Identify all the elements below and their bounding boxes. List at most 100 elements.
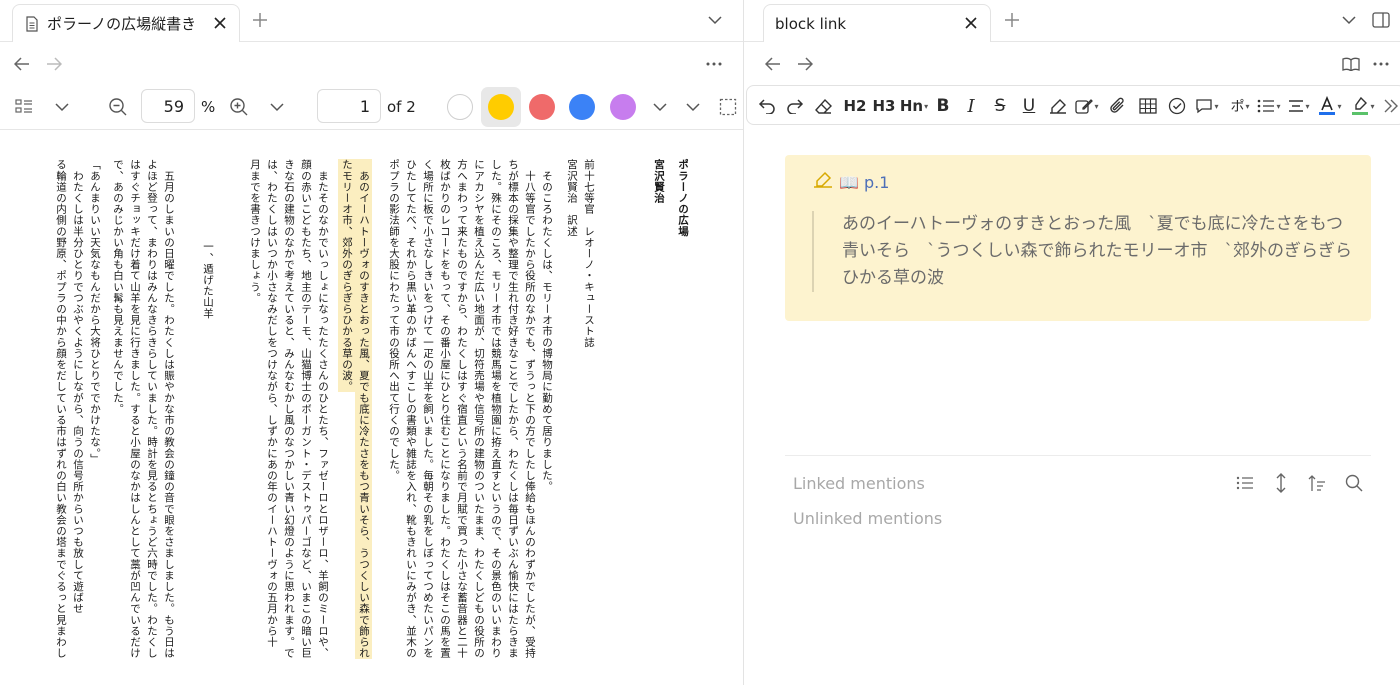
tab-list-chevron-icon[interactable]	[706, 11, 724, 29]
highlight-marker-icon[interactable]	[1047, 95, 1069, 117]
heading-3-button[interactable]: H3	[872, 95, 896, 117]
pdf-page-reference-link[interactable]: 📖 p.1	[839, 173, 889, 192]
highlight-color-yellow[interactable]	[488, 94, 514, 120]
highlight-color-red[interactable]	[529, 94, 555, 120]
tab-list-chevron-icon[interactable]	[1340, 11, 1358, 29]
tab-pdf-document[interactable]: ポラーノの広場縦書き	[12, 4, 240, 42]
pdf-text-column: ひたしてたべ、それから黒い革のかばんへすこしの書類や雑誌を入れ、靴もきれいにみが…	[405, 159, 417, 659]
caret-down-icon: ▾	[1245, 101, 1250, 111]
comment-bubble-icon[interactable]: ▾	[1193, 95, 1221, 117]
more-options-icon[interactable]	[1370, 53, 1392, 75]
task-checkbox-icon[interactable]	[1166, 95, 1188, 117]
pdf-text-column: 一、遁げた山羊	[202, 241, 214, 319]
list-icon[interactable]: ▾	[1255, 95, 1283, 117]
underline-button[interactable]: U	[1019, 95, 1039, 117]
background-color-icon[interactable]: ▾	[1349, 95, 1377, 117]
linked-mentions-heading[interactable]: Linked mentions	[793, 474, 925, 493]
page-number-input[interactable]: 1	[317, 89, 381, 123]
tab-title: ポラーノの広場縦書き	[47, 15, 197, 33]
mentions-list-view-icon[interactable]	[1234, 472, 1256, 494]
heading-n-button[interactable]: Hn ▾	[900, 95, 928, 117]
embedded-block[interactable]: 📖 p.1 あのイーハトーヴォのすきとおった風 `夏でも底に冷たさをもつ青いそら…	[785, 155, 1371, 321]
editor-toolbar: H2 H3 Hn ▾ B I S U ▾ ▾ ポ ▾ ▾ ▾ ▾ ▾	[746, 85, 1400, 125]
attachment-paperclip-icon[interactable]	[1107, 95, 1129, 117]
area-select-icon[interactable]	[717, 96, 739, 118]
highlight-color-white[interactable]	[447, 94, 473, 120]
table-icon[interactable]	[1137, 95, 1159, 117]
pdf-text-column: よほど登って、まわりはみんなきらきらしていました。時計を見るとちょうど六時でした…	[146, 159, 158, 659]
thumbnails-icon[interactable]	[13, 96, 35, 118]
ruby-furigana-icon[interactable]: ポ ▾	[1226, 95, 1254, 117]
annotation-pen-icon[interactable]: ▾	[1073, 95, 1101, 117]
heading-2-button[interactable]: H2	[843, 95, 867, 117]
caret-down-icon: ▾	[1276, 101, 1281, 111]
pdf-text-column: した。殊にそのころ、モリーオ市では競馬場を植物園に拵え直すというので、その景色の…	[490, 159, 502, 659]
forward-arrow-icon[interactable]	[43, 53, 65, 75]
align-icon[interactable]: ▾	[1285, 95, 1313, 117]
close-tab-icon[interactable]	[962, 14, 980, 32]
more-options-icon[interactable]	[703, 53, 725, 75]
left-tabbar: ポラーノの広場縦書き	[0, 0, 743, 42]
pdf-page: ポラーノの広場 宮沢賢治 前十七等官 レオーノ・キュースト誌 宮沢賢治 訳述 そのころ…	[0, 131, 743, 685]
forward-arrow-icon[interactable]	[794, 53, 816, 75]
pdf-title-line: ポラーノの広場	[677, 159, 689, 237]
tab-title: block link	[775, 14, 847, 33]
text-color-icon[interactable]: ▾	[1316, 95, 1344, 117]
pdf-text-column: 月までを書きつけましょう。	[249, 159, 261, 304]
reading-mode-book-icon[interactable]	[1340, 53, 1362, 75]
expand-collapse-icon[interactable]	[1270, 472, 1292, 494]
pdf-text-column: く場所に板で小さなしきいをつけて一疋の山羊を飼いました。毎朝その乳をしぼってつめ…	[422, 159, 434, 659]
zoom-options-chevron-icon[interactable]	[266, 96, 288, 118]
highlight-marker-icon	[813, 171, 833, 193]
pdf-text-column: 「あんまりいい天気なもんだから大将ひとりででかけたな。」	[89, 159, 101, 465]
close-tab-icon[interactable]	[211, 14, 229, 32]
caret-down-icon: ▾	[1370, 101, 1375, 111]
sidebar-dropdown-chevron-icon[interactable]	[51, 96, 73, 118]
pdf-text-column: またそのなかでいっしょになったたくさんのひとたち、ファゼーロとロザーロ、羊飼のミ…	[317, 159, 329, 659]
pdf-text-column: そのころわたくしは、モリーオ市の博物局に勤めて居りました。	[541, 159, 553, 492]
app-window: ポラーノの広場縦書き 59 % 1 of 2 ポラーノの広場 宮沢賢治 前十七等…	[0, 0, 1400, 685]
right-tabbar: block link	[744, 0, 1400, 42]
caret-down-icon: ▾	[1305, 101, 1310, 111]
pdf-text-column: たモリーオ市、郊外のぎらぎらひかる草の波。	[338, 159, 355, 393]
zoom-out-icon[interactable]	[107, 96, 129, 118]
pdf-text-column: 方へまわって来たものですから、わたくしはすぐ宿直という名前で月賦で買った小さな蓄…	[456, 159, 468, 659]
more-tools-chevron-icon[interactable]	[682, 96, 704, 118]
undo-icon[interactable]	[756, 95, 778, 117]
pdf-text-column: る輪道の内側の野原、ポプラの中から顔をだしている市はずれの白い教会の塔までぐるっ…	[55, 159, 67, 659]
highlight-color-blue[interactable]	[569, 94, 595, 120]
zoom-in-icon[interactable]	[228, 96, 250, 118]
zoom-unit: %	[201, 98, 216, 116]
new-tab-icon[interactable]	[249, 9, 271, 31]
right-pane: block link H2 H3 Hn ▾ B I S U ▾ ▾ ポ ▾ ▾ …	[743, 0, 1400, 685]
pdf-text-column: 五月のしまいの日曜でした。わたくしは賑やかな市の教会の鐘の音で眼をさましました。…	[163, 159, 175, 659]
block-header: 📖 p.1	[813, 171, 889, 193]
pdf-text-column: 十八等官でしたから役所のなかでも、ずうっと下の方でしたし俸給もほんのわずかでした…	[524, 159, 536, 659]
highlight-color-purple[interactable]	[610, 94, 636, 120]
back-arrow-icon[interactable]	[11, 53, 33, 75]
pdf-text-column: 宮沢賢治 訳述	[566, 159, 578, 237]
new-tab-icon[interactable]	[1001, 9, 1023, 31]
tab-block-link[interactable]: block link	[763, 4, 991, 42]
toggle-sidebar-icon[interactable]	[1371, 10, 1391, 30]
pdf-text-column: わたくしは半分ひとりでつぶやくようにしながら、向うの信号所からいつも放して遊ばせ	[72, 159, 84, 615]
unlinked-mentions-heading[interactable]: Unlinked mentions	[793, 509, 942, 528]
back-arrow-icon[interactable]	[762, 53, 784, 75]
pdf-text-column: あのイーハトーヴォのすきとおった風、夏でも底に冷たさをもつ青いそら、うつくしい森…	[355, 159, 372, 659]
bold-button[interactable]: B	[933, 95, 953, 117]
caret-down-icon: ▾	[924, 101, 929, 111]
search-icon[interactable]	[1343, 472, 1365, 494]
left-pane: ポラーノの広場縦書き 59 % 1 of 2 ポラーノの広場 宮沢賢治 前十七等…	[0, 0, 743, 685]
toolbar-overflow-icon[interactable]	[1381, 95, 1400, 117]
heading-n-label: Hn	[899, 97, 924, 115]
italic-button[interactable]: I	[961, 95, 981, 117]
pdf-toolbar: 59 % 1 of 2	[0, 84, 743, 130]
strikethrough-button[interactable]: S	[990, 95, 1010, 117]
color-options-chevron-icon[interactable]	[649, 96, 671, 118]
caret-down-icon: ▾	[1214, 101, 1219, 111]
zoom-input[interactable]: 59	[141, 89, 195, 123]
redo-icon[interactable]	[784, 95, 806, 117]
clear-format-eraser-icon[interactable]	[813, 95, 835, 117]
pdf-text-column: にアカシヤを植え込んだ広い地面が、切符売場や信号所の建物のついたまま、わたくしど…	[473, 159, 485, 659]
sort-icon[interactable]	[1306, 472, 1328, 494]
